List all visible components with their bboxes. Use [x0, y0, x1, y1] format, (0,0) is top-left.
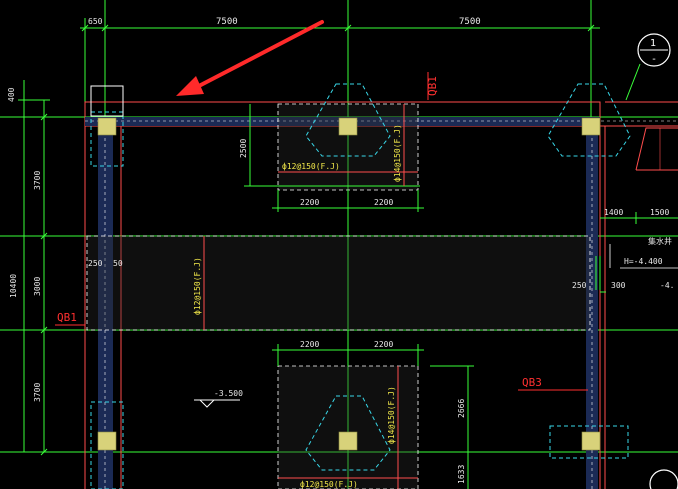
dim-bay-2: 7500 — [459, 17, 481, 27]
dim-seg-3: 3700 — [33, 383, 42, 402]
lower-slab[interactable] — [277, 365, 419, 489]
right-dim-b: 1500 — [650, 208, 669, 217]
right-dim-a: 1400 — [604, 208, 623, 217]
dim-left-margin: 650 — [88, 17, 103, 26]
elevation-mid: -3.500 — [214, 389, 243, 398]
lower-slab-rebar-v: ф14@150(F.J) — [387, 386, 396, 444]
right-elevation: H=-4.400 — [624, 257, 663, 266]
right-elevation-b: -4. — [660, 281, 674, 290]
cad-drawing-canvas[interactable]: 650 7500 7500 400 3700 3000 3700 10400 2… — [0, 0, 678, 489]
label-qb3: QB3 — [522, 376, 542, 389]
dim-top-offset: 400 — [7, 87, 16, 102]
lower-slab-height-dim-b: 1633 — [457, 465, 466, 484]
middle-slab-dim-right: 250 — [572, 281, 587, 290]
upper-slab-rebar-v: ф14@150(F.J) — [393, 124, 402, 182]
top-dimension-chain — [80, 22, 600, 34]
upper-slab-rebar-h: ф12@150(F.J) — [282, 162, 340, 171]
dim-seg-2: 3000 — [33, 277, 42, 296]
middle-slab-dim-left-b: 50 — [113, 259, 123, 268]
dim-bay-1: 7500 — [216, 17, 238, 27]
dim-total: 10400 — [9, 274, 18, 298]
lower-slab-width-dim-1: 2200 — [300, 340, 319, 349]
upper-slab-height-dim: 2500 — [239, 139, 248, 158]
middle-slab-dim-left-a: 250 — [88, 259, 103, 268]
middle-slab-dim-right-b: 300 — [611, 281, 626, 290]
middle-slab-rebar: ф12@150(F.J) — [193, 257, 202, 315]
lower-slab-width-dim-2: 2200 — [374, 340, 393, 349]
axis-marker-sub: - — [651, 54, 657, 65]
upper-slab-width-dim-1: 2200 — [300, 198, 319, 207]
upper-slab-width-dim-2: 2200 — [374, 198, 393, 207]
annotation-arrow — [176, 20, 324, 96]
lower-slab-height-dim: 2666 — [457, 399, 466, 418]
label-qb1-left: QB1 — [57, 311, 77, 324]
axis-marker-bottom-right[interactable] — [649, 469, 678, 489]
middle-slab[interactable] — [86, 235, 591, 331]
right-note: 集水井 — [648, 236, 672, 246]
axis-marker-number: 1 — [650, 38, 656, 49]
dim-seg-1: 3700 — [33, 171, 42, 190]
elevation-symbol — [198, 399, 216, 408]
lower-slab-rebar-h: ф12@150(F.J) — [300, 480, 358, 489]
right-sump-outline — [635, 127, 678, 171]
